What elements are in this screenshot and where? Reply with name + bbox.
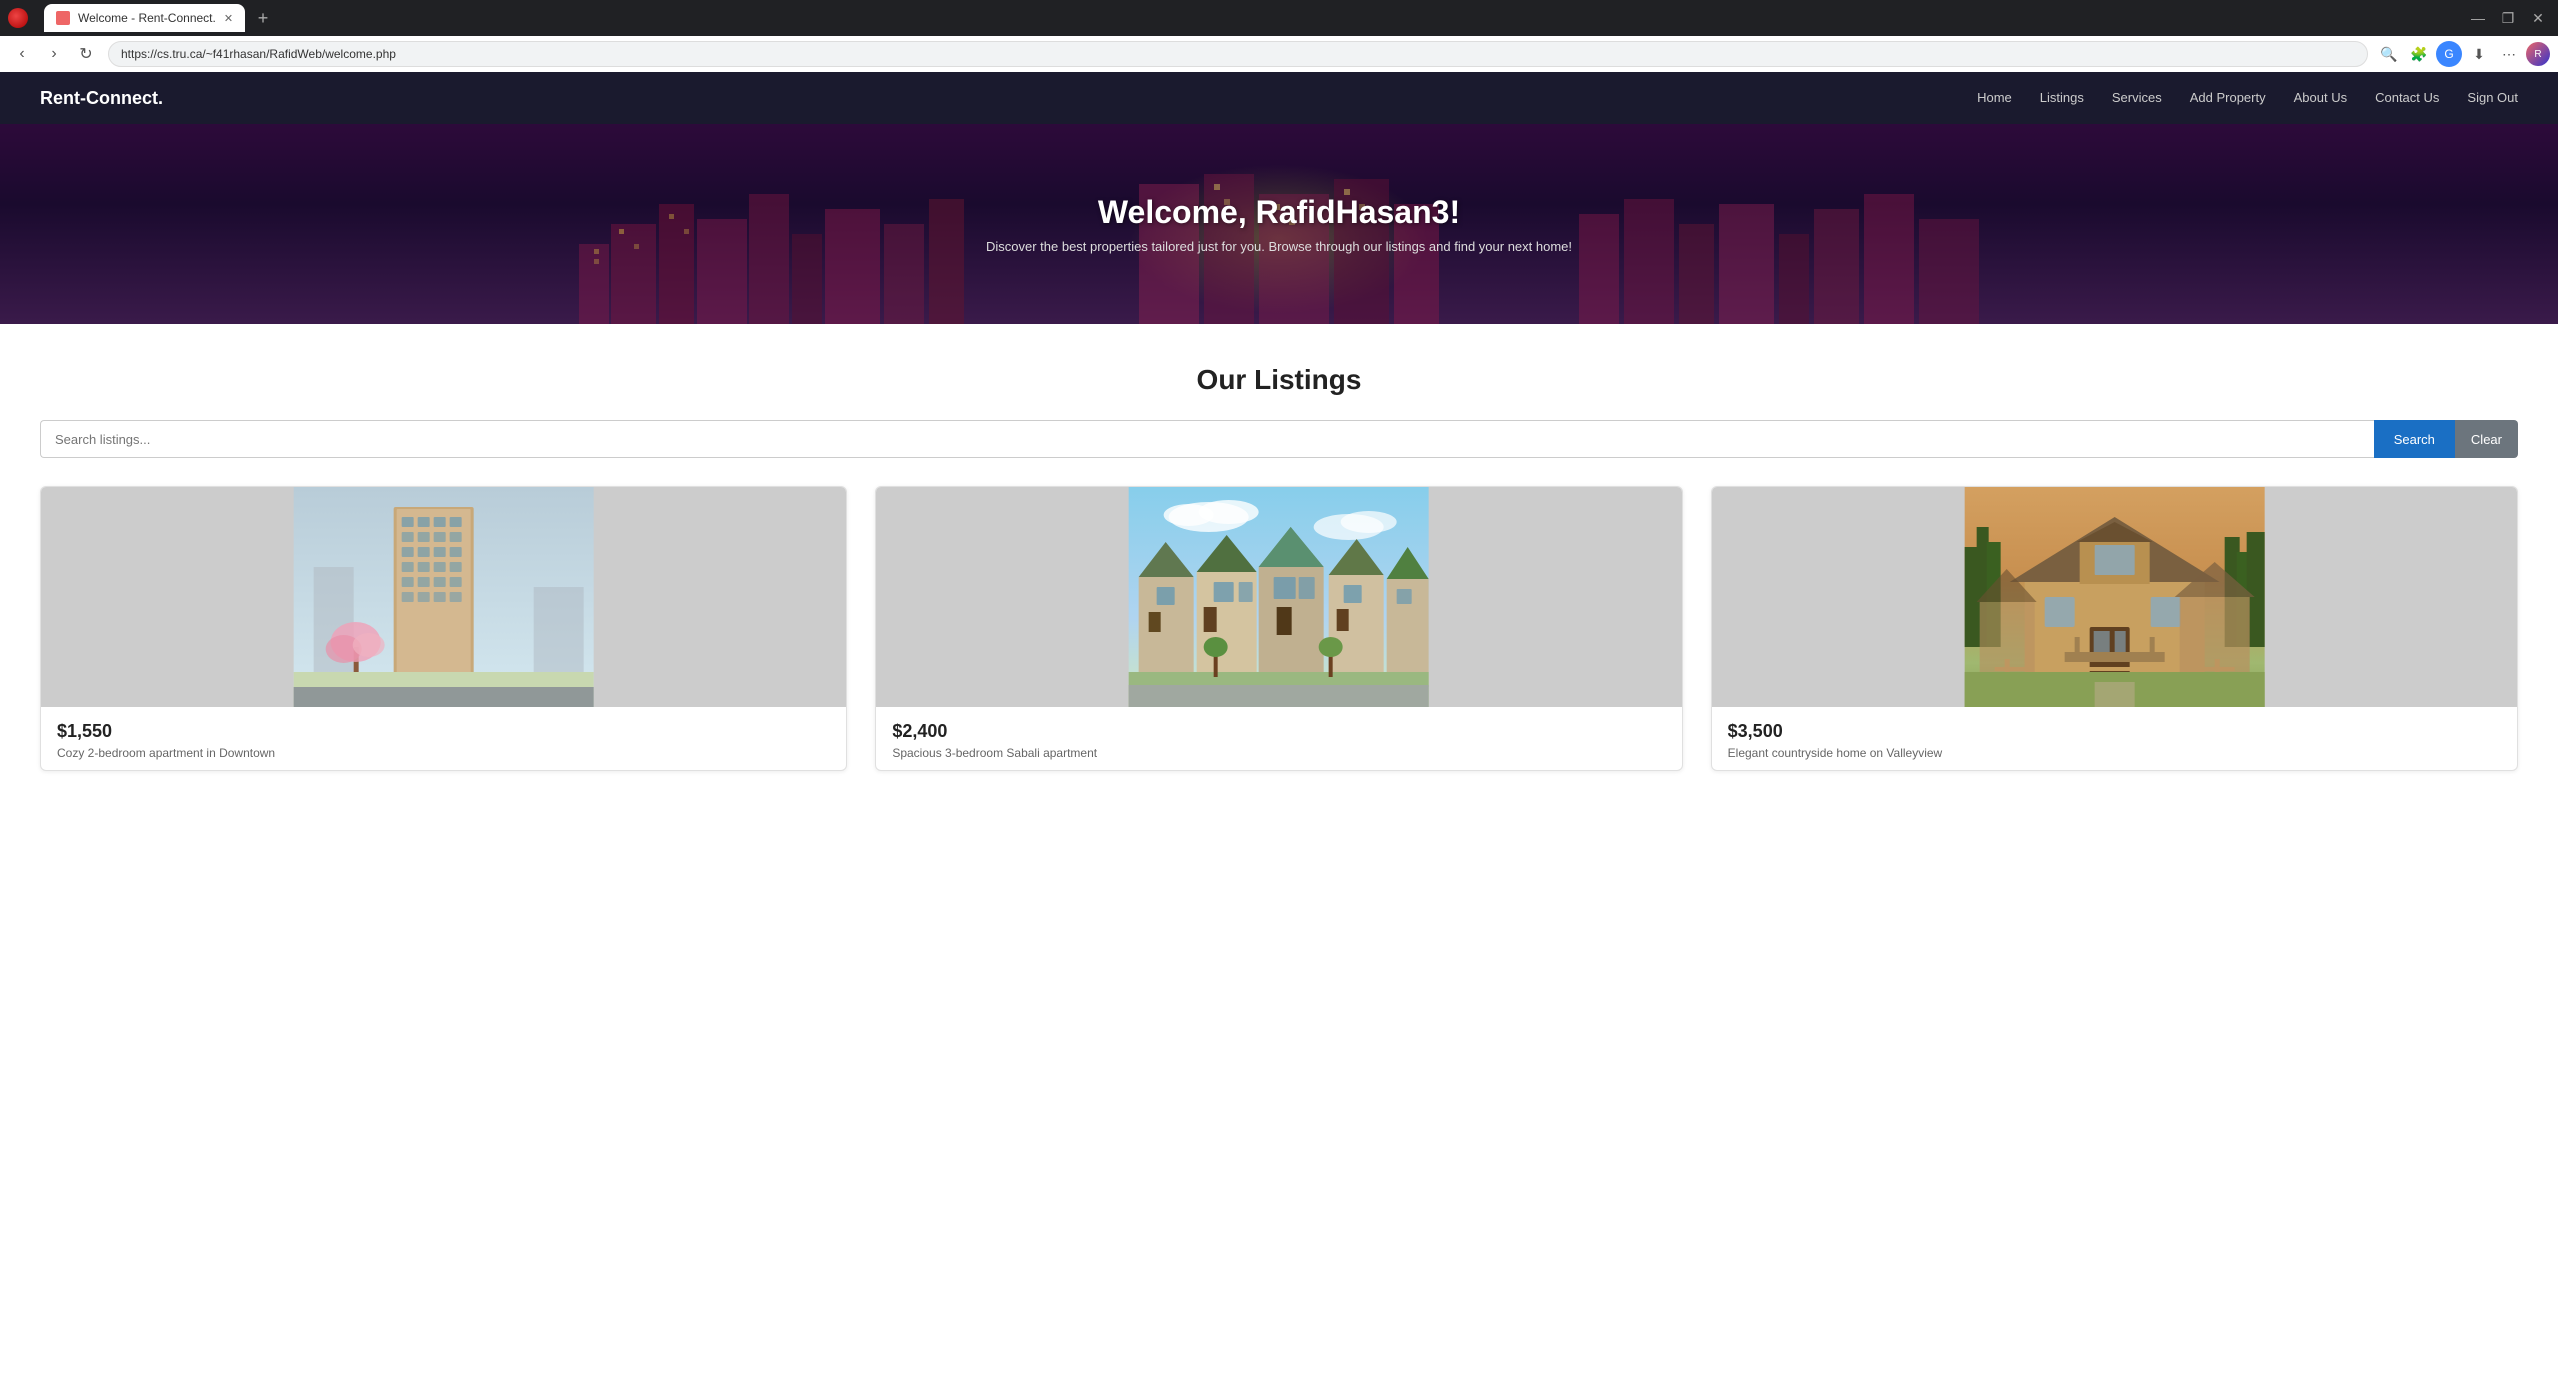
property-image-suburban bbox=[1712, 487, 2517, 707]
property-image-townhome bbox=[876, 487, 1681, 707]
listings-section: Our Listings Search Clear bbox=[0, 324, 2558, 811]
search-button[interactable]: Search bbox=[2374, 420, 2455, 458]
search-toolbar-icon[interactable]: 🔍 bbox=[2376, 41, 2402, 67]
nav-link-about[interactable]: About Us bbox=[2294, 90, 2347, 105]
close-btn[interactable]: ✕ bbox=[2526, 6, 2550, 30]
browser-controls bbox=[8, 8, 28, 28]
card-description: Spacious 3-bedroom Sabali apartment bbox=[892, 746, 1665, 760]
property-card[interactable]: $1,550 Cozy 2-bedroom apartment in Downt… bbox=[40, 486, 847, 771]
tab-bar: Welcome - Rent-Connect. ✕ + bbox=[36, 2, 2458, 34]
card-body: $3,500 Elegant countryside home on Valle… bbox=[1712, 707, 2517, 770]
hero-title: Welcome, RafidHasan3! bbox=[986, 194, 1572, 231]
tab-close-btn[interactable]: ✕ bbox=[224, 12, 233, 25]
more-icon[interactable]: ⋯ bbox=[2496, 41, 2522, 67]
property-card[interactable]: $2,400 Spacious 3-bedroom Sabali apartme… bbox=[875, 486, 1682, 771]
hero-subtitle: Discover the best properties tailored ju… bbox=[986, 239, 1572, 254]
restore-btn[interactable]: ❐ bbox=[2496, 6, 2520, 30]
website-content: Rent-Connect. Home Listings Services Add… bbox=[0, 72, 2558, 811]
search-input[interactable] bbox=[40, 420, 2374, 458]
reload-btn[interactable]: ↻ bbox=[72, 40, 100, 68]
site-nav: Rent-Connect. Home Listings Services Add… bbox=[0, 72, 2558, 124]
card-price: $3,500 bbox=[1728, 721, 2501, 742]
card-price: $1,550 bbox=[57, 721, 830, 742]
extensions-icon[interactable]: 🧩 bbox=[2406, 41, 2432, 67]
tab-favicon bbox=[56, 11, 70, 25]
property-image-highrise bbox=[41, 487, 846, 707]
browser-icon bbox=[8, 8, 28, 28]
profile-avatar: R bbox=[2526, 42, 2550, 66]
listings-title: Our Listings bbox=[40, 364, 2518, 396]
tab-title: Welcome - Rent-Connect. bbox=[78, 11, 216, 25]
nav-link-add-property[interactable]: Add Property bbox=[2190, 90, 2266, 105]
search-bar: Search Clear bbox=[40, 420, 2518, 458]
card-description: Cozy 2-bedroom apartment in Downtown bbox=[57, 746, 830, 760]
nav-link-signout[interactable]: Sign Out bbox=[2467, 90, 2518, 105]
site-logo: Rent-Connect. bbox=[40, 88, 163, 109]
new-tab-btn[interactable]: + bbox=[249, 4, 277, 32]
card-body: $2,400 Spacious 3-bedroom Sabali apartme… bbox=[876, 707, 1681, 770]
browser-chrome: Welcome - Rent-Connect. ✕ + — ❐ ✕ ‹ › ↻ … bbox=[0, 0, 2558, 72]
nav-link-listings[interactable]: Listings bbox=[2040, 90, 2084, 105]
card-image-container bbox=[41, 487, 846, 707]
minimize-btn[interactable]: — bbox=[2466, 6, 2490, 30]
browser-titlebar: Welcome - Rent-Connect. ✕ + — ❐ ✕ bbox=[0, 0, 2558, 36]
active-tab[interactable]: Welcome - Rent-Connect. ✕ bbox=[44, 4, 245, 32]
nav-link-contact[interactable]: Contact Us bbox=[2375, 90, 2439, 105]
nav-links: Home Listings Services Add Property Abou… bbox=[1977, 89, 2518, 107]
card-image-container bbox=[876, 487, 1681, 707]
hero-banner: Welcome, RafidHasan3! Discover the best … bbox=[0, 124, 2558, 324]
card-body: $1,550 Cozy 2-bedroom apartment in Downt… bbox=[41, 707, 846, 770]
cards-grid: $1,550 Cozy 2-bedroom apartment in Downt… bbox=[40, 486, 2518, 771]
card-image-container bbox=[1712, 487, 2517, 707]
forward-btn[interactable]: › bbox=[40, 40, 68, 68]
address-bar-row: ‹ › ↻ 🔍 🧩 G ⬇ ⋯ R bbox=[0, 36, 2558, 72]
download-icon[interactable]: ⬇ bbox=[2466, 41, 2492, 67]
nav-link-services[interactable]: Services bbox=[2112, 90, 2162, 105]
address-input[interactable] bbox=[108, 41, 2368, 67]
back-btn[interactable]: ‹ bbox=[8, 40, 36, 68]
nav-buttons: ‹ › ↻ bbox=[8, 40, 100, 68]
property-card[interactable]: $3,500 Elegant countryside home on Valle… bbox=[1711, 486, 2518, 771]
clear-button[interactable]: Clear bbox=[2455, 420, 2518, 458]
card-price: $2,400 bbox=[892, 721, 1665, 742]
toolbar-icons: 🔍 🧩 G ⬇ ⋯ R bbox=[2376, 41, 2550, 67]
profile-icon[interactable]: G bbox=[2436, 41, 2462, 67]
window-controls: — ❐ ✕ bbox=[2466, 6, 2550, 30]
hero-content: Welcome, RafidHasan3! Discover the best … bbox=[986, 194, 1572, 254]
card-description: Elegant countryside home on Valleyview bbox=[1728, 746, 2501, 760]
nav-link-home[interactable]: Home bbox=[1977, 90, 2012, 105]
